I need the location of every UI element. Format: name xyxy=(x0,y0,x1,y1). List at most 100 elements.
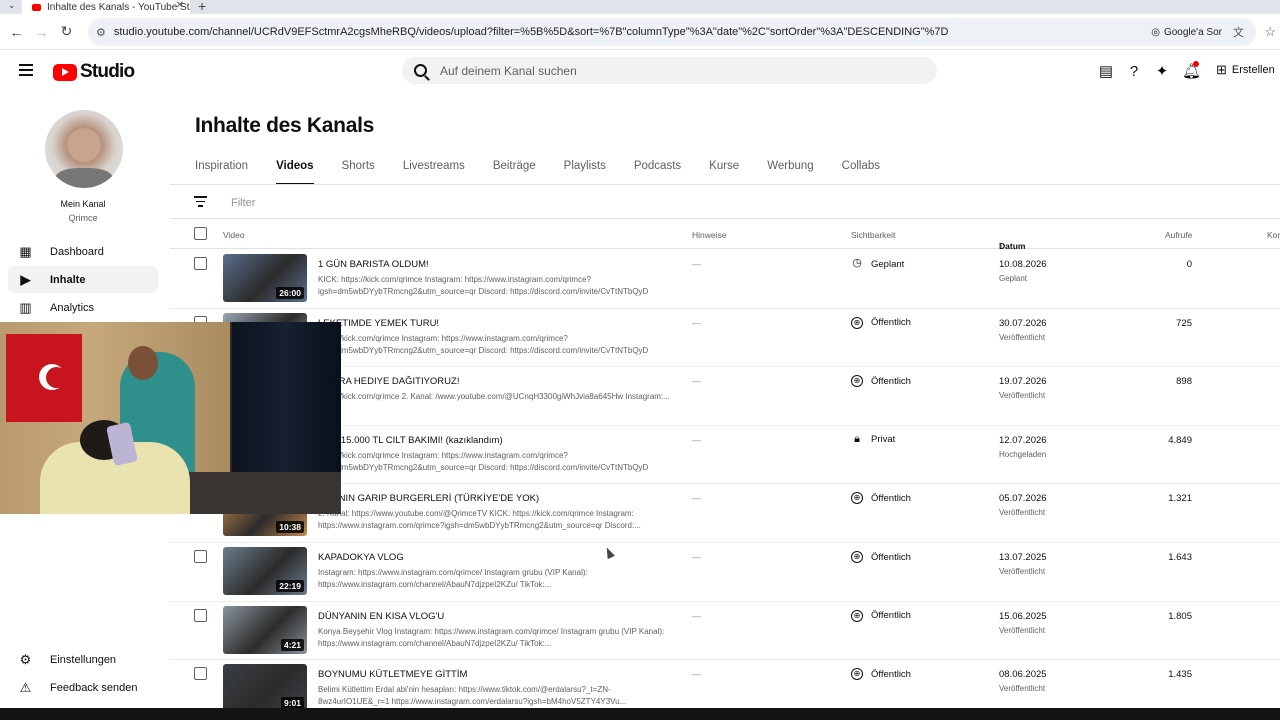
tab-podcasts[interactable]: Podcasts xyxy=(634,160,681,185)
video-hints: — xyxy=(692,493,701,504)
sidebar-item-label: Feedback senden xyxy=(50,681,138,694)
row-checkbox[interactable] xyxy=(194,550,207,563)
reload-icon[interactable]: ↻ xyxy=(54,23,79,40)
table-row[interactable]: 22:19 KAPADOKYA VLOG Instagram: https://ww… xyxy=(170,543,1280,602)
close-tab-icon[interactable]: ✕ xyxy=(176,0,184,11)
sidebar-item-feedback[interactable]: ⚠ Feedback senden xyxy=(8,674,158,701)
visibility-dropdown[interactable]: ⊕ Öffentlich xyxy=(851,668,911,681)
lens-button[interactable]: ◎ Google'a Sor xyxy=(1151,27,1222,38)
visibility-dropdown[interactable]: ⊕ Öffentlich xyxy=(851,316,911,329)
visibility-dropdown[interactable]: 🔒︎ Privat xyxy=(851,433,895,446)
sidebar-item-settings[interactable]: ⚙ Einstellungen xyxy=(8,646,158,673)
tab-shorts[interactable]: Shorts xyxy=(342,160,375,185)
video-date: 08.06.2025 xyxy=(999,669,1047,681)
forward-icon[interactable]: → xyxy=(29,24,54,40)
video-date: 30.07.2026 xyxy=(999,317,1047,329)
turkish-flag xyxy=(6,334,82,422)
row-checkbox[interactable] xyxy=(194,257,207,270)
sidebar-item-label: Dashboard xyxy=(50,245,104,258)
tab-playlists[interactable]: Playlists xyxy=(564,160,606,185)
back-icon[interactable]: ← xyxy=(4,24,29,40)
visibility-label: Geplant xyxy=(871,258,905,270)
subtitles-icon[interactable]: ▤ xyxy=(1098,62,1114,80)
channel-search-input[interactable]: Auf deinem Kanal suchen xyxy=(402,57,937,84)
create-button[interactable]: ⊞ Erstellen xyxy=(1216,62,1275,78)
video-date-status: Veröffentlicht xyxy=(999,332,1046,342)
filter-icon[interactable] xyxy=(194,196,207,210)
video-views: 4.849 xyxy=(1168,434,1192,446)
video-title[interactable]: KAPADOKYA VLOG xyxy=(318,552,404,563)
video-date-status: Veröffentlicht xyxy=(999,625,1046,635)
translate-icon[interactable]: 文 xyxy=(1233,24,1244,40)
create-video-icon: ⊞ xyxy=(1216,62,1227,77)
filter-placeholder: Filter xyxy=(231,196,256,209)
create-label: Erstellen xyxy=(1231,64,1275,76)
tab-ads[interactable]: Werbung xyxy=(767,160,813,185)
tab-courses[interactable]: Kurse xyxy=(709,160,739,185)
column-comments: Kor xyxy=(1267,230,1280,240)
video-title[interactable]: 1 GÜN BARISTA OLDUM! xyxy=(318,259,429,270)
video-views: 0 xyxy=(1186,259,1192,270)
video-description: Konya Beyşehir Vlog Instagram: https://w… xyxy=(318,626,665,648)
tab-inspiration[interactable]: Inspiration xyxy=(195,160,248,185)
globe-icon: ⊕ xyxy=(851,375,863,388)
tab-search-icon[interactable]: ⌄ xyxy=(8,0,16,11)
video-title[interactable]: DÜNYANIN EN KISA VLOG'U xyxy=(318,611,444,622)
browser-tab[interactable]: Inhalte des Kanals - YouTube St ✕ xyxy=(22,0,190,14)
sparkle-icon[interactable]: ✦ xyxy=(1154,62,1170,80)
tabs-divider xyxy=(170,184,1280,185)
column-hints: Hinweise xyxy=(692,230,727,240)
visibility-dropdown[interactable]: ⊕ Öffentlich xyxy=(851,551,911,563)
url-text: studio.youtube.com/channel/UCRdV9EFSctmr… xyxy=(113,26,949,38)
video-thumbnail[interactable]: 22:19 xyxy=(223,547,307,595)
visibility-dropdown[interactable]: ⊕ Öffentlich xyxy=(851,609,911,622)
video-description: https://kick.com/qrimce Instagram: https… xyxy=(318,450,649,472)
bookmark-star-icon[interactable]: ☆ xyxy=(1264,24,1276,40)
visibility-dropdown[interactable]: ◷ Geplant xyxy=(851,258,904,270)
new-tab-icon[interactable]: + xyxy=(198,0,206,14)
sidebar-item-label: Einstellungen xyxy=(50,653,117,666)
menu-icon[interactable] xyxy=(19,64,33,76)
video-title[interactable]: NYA'NIN GARIP BURGERLERİ (TÜRKİYE'DE YOK… xyxy=(318,493,539,504)
tab-livestreams[interactable]: Livestreams xyxy=(403,160,465,185)
sidebar-item-dashboard[interactable]: ▦ Dashboard xyxy=(8,238,158,265)
row-checkbox[interactable] xyxy=(194,608,207,622)
video-hints: — xyxy=(692,376,701,387)
tab-posts[interactable]: Beiträge xyxy=(493,160,536,185)
video-duration: 22:19 xyxy=(276,580,304,592)
column-visibility: Sichtbarkeit xyxy=(851,230,896,240)
video-date: 10.08.2026 xyxy=(999,259,1047,270)
notifications-icon[interactable]: 🔔︎ xyxy=(1182,61,1201,80)
sidebar-item-content[interactable]: ▶ Inhalte xyxy=(8,266,158,293)
studio-logo[interactable]: Studio xyxy=(53,61,135,83)
site-info-icon[interactable]: ⚙ xyxy=(96,26,106,39)
video-description: https://kick.com/qrimce 2. Kanal: /www.y… xyxy=(318,392,670,402)
tab-videos[interactable]: Videos xyxy=(276,160,314,185)
visibility-dropdown[interactable]: ⊕ Öffentlich xyxy=(851,492,911,505)
video-title[interactable]: L VS 15.000 TL CILT BAKIMI! (kazıklandım… xyxy=(318,435,503,446)
video-views: 725 xyxy=(1176,317,1192,329)
video-date: 05.07.2026 xyxy=(999,493,1047,505)
video-hints: — xyxy=(692,317,701,328)
channel-avatar[interactable] xyxy=(45,110,123,188)
url-field[interactable]: ⚙ studio.youtube.com/channel/UCRdV9EFSct… xyxy=(88,18,1276,46)
video-views: 1.805 xyxy=(1168,610,1192,622)
table-row[interactable]: 26:00 1 GÜN BARISTA OLDUM! KICK: https://k… xyxy=(170,250,1280,309)
table-row[interactable]: 4:21 DÜNYANIN EN KISA VLOG'U Konya Beyşehi… xyxy=(170,602,1280,661)
video-thumbnail[interactable]: 9:01 xyxy=(223,664,307,713)
visibility-label: Öffentlich xyxy=(871,610,911,622)
video-title[interactable]: BOYNUMU KÜTLETMEYE GİTTİM xyxy=(318,669,467,680)
video-thumbnail[interactable]: 4:21 xyxy=(223,605,307,654)
visibility-dropdown[interactable]: ⊕ Öffentlich xyxy=(851,375,911,388)
sidebar-item-analytics[interactable]: ▥ Analytics xyxy=(8,294,158,321)
video-hints: — xyxy=(692,669,701,680)
video-thumbnail[interactable]: 26:00 xyxy=(223,254,307,302)
video-hints: — xyxy=(692,434,701,445)
row-checkbox[interactable] xyxy=(194,667,207,681)
select-all-checkbox[interactable] xyxy=(194,227,207,240)
content-icon: ▶ xyxy=(20,271,31,287)
tab-collabs[interactable]: Collabs xyxy=(842,160,880,185)
help-icon[interactable]: ? xyxy=(1126,63,1142,80)
video-description: KICK: https://kick.com/qrimce Instagram:… xyxy=(318,275,649,296)
filter-bar[interactable]: Filter xyxy=(194,196,255,210)
